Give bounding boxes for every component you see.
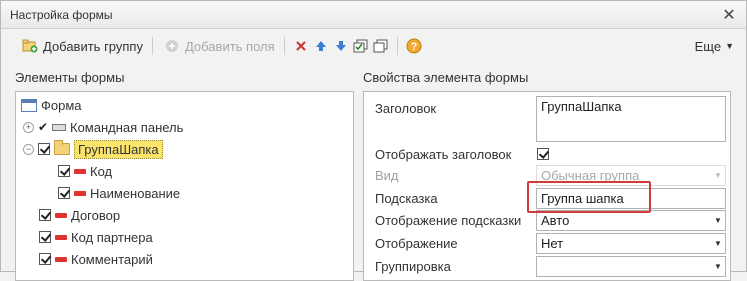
add-group-button[interactable]: Добавить группу <box>17 35 146 57</box>
tree-item-checkbox[interactable] <box>58 165 70 177</box>
display-value: Нет <box>541 236 564 251</box>
more-button[interactable]: Еще ▼ <box>695 39 734 54</box>
tooltip-display-value: Авто <box>541 213 570 228</box>
expand-icon[interactable]: + <box>23 121 34 133</box>
tree-item-partner-code[interactable]: Код партнера <box>39 226 153 248</box>
show-caption-label: Отображать заголовок <box>375 147 512 162</box>
move-up-icon[interactable] <box>311 36 331 56</box>
collapse-icon[interactable]: − <box>23 143 34 155</box>
tree-item-form[interactable]: Форма <box>21 94 82 116</box>
display-label: Отображение <box>375 236 458 251</box>
tree-item-command-bar[interactable]: + ✔ Командная панель <box>23 116 183 138</box>
tree-item-comment[interactable]: Комментарий <box>39 248 153 270</box>
add-group-icon <box>20 36 40 56</box>
tree-item-label: Форма <box>41 97 82 113</box>
delete-icon[interactable] <box>291 36 311 56</box>
tree-item-label: Код партнера <box>71 229 153 245</box>
form-icon <box>21 98 37 112</box>
tooltip-display-label: Отображение подсказки <box>375 213 522 228</box>
tree-item-label: Комментарий <box>71 251 153 267</box>
move-down-icon[interactable] <box>331 36 351 56</box>
folder-icon <box>54 140 70 155</box>
kind-select: Обычная группа ▼ <box>536 165 726 186</box>
tree-item-label: ГруппаШапка <box>74 139 163 159</box>
field-icon <box>55 234 67 240</box>
add-fields-icon <box>162 36 182 56</box>
tree-item-checkbox[interactable] <box>39 209 51 221</box>
tooltip-field[interactable]: Группа шапка <box>536 188 726 209</box>
field-icon <box>74 190 86 196</box>
add-fields-label: Добавить поля <box>184 38 275 54</box>
close-icon[interactable]: ✕ <box>718 4 740 26</box>
tree-item-checkbox[interactable] <box>38 143 50 155</box>
more-label: Еще <box>694 38 722 54</box>
toolbar: Добавить группу Добавить поля ? Еще ▼ <box>1 29 746 63</box>
tree-item-header-group[interactable]: − ГруппаШапка <box>23 138 163 160</box>
element-properties-heading: Свойства элемента формы <box>363 70 529 85</box>
kind-label: Вид <box>375 168 399 183</box>
field-icon <box>74 168 86 174</box>
command-bar-icon <box>52 123 66 131</box>
tree-item-contract[interactable]: Договор <box>39 204 120 226</box>
tree-item-label: Наименование <box>90 185 181 201</box>
toolbar-separator <box>283 37 285 55</box>
form-elements-heading: Элементы формы <box>15 70 125 85</box>
add-group-label: Добавить группу <box>43 38 143 54</box>
kind-value: Обычная группа <box>541 168 640 183</box>
caption-label: Заголовок <box>375 101 437 116</box>
caption-field[interactable]: ГруппаШапка <box>536 96 726 142</box>
dropdown-arrow-icon[interactable]: ▼ <box>711 234 725 253</box>
uncheck-all-icon[interactable] <box>371 36 391 56</box>
form-settings-window: Настройка формы ✕ Добавить группу Добави… <box>0 0 747 281</box>
tree-item-label: Договор <box>71 207 121 223</box>
help-icon[interactable]: ? <box>404 36 424 56</box>
tree-item-name[interactable]: Наименование <box>58 182 180 204</box>
add-fields-button[interactable]: Добавить поля <box>159 35 278 57</box>
show-caption-checkbox[interactable] <box>537 148 549 160</box>
element-properties-panel: Заголовок ГруппаШапка Отображать заголов… <box>363 91 731 281</box>
tooltip-label: Подсказка <box>375 191 438 206</box>
tree-item-label: Командная панель <box>70 119 184 135</box>
svg-text:?: ? <box>410 41 417 53</box>
tree-item-checkbox[interactable] <box>58 187 70 199</box>
grouping-select[interactable]: ▼ <box>536 256 726 277</box>
window-title: Настройка формы <box>10 7 113 22</box>
toolbar-separator <box>151 37 153 55</box>
dropdown-arrow-icon: ▼ <box>714 171 722 180</box>
tooltip-display-select[interactable]: Авто ▼ <box>536 210 726 231</box>
dropdown-arrow-icon[interactable]: ▼ <box>711 211 725 230</box>
field-icon <box>55 212 67 218</box>
tree-item-label: Код <box>90 163 113 179</box>
title-bar: Настройка формы ✕ <box>1 1 746 29</box>
check-all-icon[interactable] <box>351 36 371 56</box>
dropdown-arrow-icon[interactable]: ▼ <box>711 257 725 276</box>
field-icon <box>55 256 67 262</box>
display-select[interactable]: Нет ▼ <box>536 233 726 254</box>
check-mark-icon: ✔ <box>38 120 49 134</box>
tree-item-checkbox[interactable] <box>39 231 51 243</box>
tree-item-code[interactable]: Код <box>58 160 112 182</box>
panels: Элементы формы Свойства элемента формы Ф… <box>1 63 746 281</box>
form-elements-tree[interactable]: Форма + ✔ Командная панель − ГруппаШапка… <box>15 91 354 281</box>
chevron-down-icon: ▼ <box>725 41 734 51</box>
tree-item-checkbox[interactable] <box>39 253 51 265</box>
toolbar-separator <box>396 37 398 55</box>
